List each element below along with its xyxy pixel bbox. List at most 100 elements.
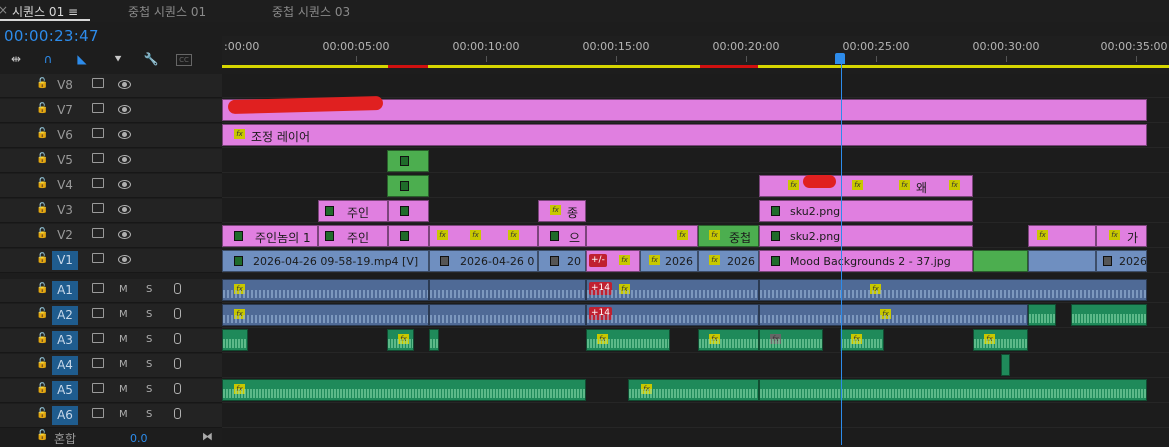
track-name[interactable]: V1 — [52, 251, 78, 270]
track-name[interactable]: A5 — [52, 381, 78, 400]
clip-a1-b[interactable] — [429, 279, 586, 301]
eye-icon[interactable] — [118, 205, 131, 214]
clip-a5-a[interactable]: fx — [222, 379, 586, 401]
clip-v1-d[interactable]: +/- fx — [586, 250, 640, 272]
lock-icon[interactable]: 🔓 — [36, 253, 48, 264]
clip-v2-g[interactable]: fx — [1028, 225, 1096, 247]
eye-icon[interactable] — [118, 80, 131, 89]
eye-icon[interactable] — [118, 155, 131, 164]
solo-button[interactable]: S — [146, 309, 152, 320]
lane-a2[interactable]: fx +14 fx — [222, 304, 1169, 328]
clip-a3-e[interactable]: fx — [698, 329, 759, 351]
clip-v2-b[interactable]: 주인 — [318, 225, 388, 247]
track-name[interactable]: V8 — [52, 76, 78, 95]
lane-a3[interactable]: fx fx fx fx fx fx — [222, 329, 1169, 353]
clip-a3-a[interactable] — [222, 329, 248, 351]
eye-icon[interactable] — [118, 180, 131, 189]
sync-lock-icon[interactable] — [92, 308, 104, 318]
track-name[interactable]: A3 — [52, 331, 78, 350]
timeline-tracks[interactable]: fx 조정 레이어 fx fx fx 왜 fx 주인 fx 종 sku2.png — [222, 74, 1169, 445]
microphone-icon[interactable] — [174, 308, 181, 319]
track-name[interactable]: A1 — [52, 281, 78, 300]
clip-a3-f[interactable]: fx — [759, 329, 823, 351]
mix-volume-value[interactable]: 0.0 — [130, 432, 148, 445]
lock-icon[interactable]: 🔓 — [36, 358, 48, 369]
clip-a2-c[interactable]: +14 — [586, 304, 759, 326]
clip-a3-c[interactable] — [429, 329, 439, 351]
clip-v2-f[interactable]: fx — [586, 225, 698, 247]
track-name[interactable]: A4 — [52, 356, 78, 375]
playhead-handle[interactable] — [835, 53, 845, 64]
solo-button[interactable]: S — [146, 359, 152, 370]
sync-lock-icon[interactable] — [92, 153, 104, 163]
lock-icon[interactable]: 🔓 — [36, 128, 48, 139]
microphone-icon[interactable] — [174, 358, 181, 369]
track-name[interactable]: V7 — [52, 101, 78, 120]
track-name[interactable]: V2 — [52, 226, 78, 245]
eye-icon[interactable] — [118, 255, 131, 264]
track-name[interactable]: A2 — [52, 306, 78, 325]
lane-v2[interactable]: 주인놈의 1 주인 fx fx fx 으 fx fx 중첩 sku2.png f… — [222, 224, 1169, 248]
clip-v4-green[interactable] — [387, 175, 429, 197]
time-ruler[interactable]: :00:00 00:00:05:00 00:00:10:00 00:00:15:… — [222, 36, 1169, 68]
sync-lock-icon[interactable] — [92, 283, 104, 293]
clip-v1-g[interactable] — [1028, 250, 1096, 272]
clip-a1-c[interactable]: +14 fx — [586, 279, 759, 301]
clip-v1-f[interactable]: fx 2026 — [698, 250, 759, 272]
lock-icon[interactable]: 🔓 — [36, 228, 48, 239]
mute-button[interactable]: M — [119, 334, 128, 345]
clip-a2-b[interactable] — [429, 304, 586, 326]
track-name[interactable]: A6 — [52, 406, 78, 425]
sync-lock-icon[interactable] — [92, 408, 104, 418]
clip-v3-b[interactable] — [388, 200, 429, 222]
close-icon[interactable]: × — [0, 3, 8, 17]
microphone-icon[interactable] — [174, 283, 181, 294]
clip-v1-c[interactable]: 20 — [538, 250, 586, 272]
lock-icon[interactable]: 🔓 — [36, 430, 48, 441]
lock-icon[interactable]: 🔓 — [36, 383, 48, 394]
tab-nested-sequence-03[interactable]: 중첩 시퀀스 03 — [272, 3, 350, 20]
clip-v1-e[interactable]: fx 2026 — [640, 250, 698, 272]
lock-icon[interactable]: 🔓 — [36, 78, 48, 89]
sync-lock-icon[interactable] — [92, 383, 104, 393]
clip-v1-b[interactable]: 2026-04-26 0 — [429, 250, 538, 272]
clip-v2-a[interactable]: 주인놈의 1 — [222, 225, 318, 247]
clip-v2-e[interactable]: 으 — [538, 225, 586, 247]
tab-sequence-01[interactable]: 시퀀스 01 ≡ — [12, 3, 78, 20]
clip-a2-a[interactable]: fx — [222, 304, 429, 326]
clip-a4-a[interactable] — [1001, 354, 1010, 376]
clip-a2-f[interactable] — [1071, 304, 1147, 326]
clip-v3-sku[interactable]: sku2.png — [759, 200, 973, 222]
lock-icon[interactable]: 🔓 — [36, 408, 48, 419]
microphone-icon[interactable] — [174, 333, 181, 344]
clip-v2-sku[interactable]: sku2.png — [759, 225, 973, 247]
clip-a3-b[interactable]: fx — [387, 329, 414, 351]
sync-lock-icon[interactable] — [92, 203, 104, 213]
snap-magnet-icon[interactable]: ∩ — [40, 52, 56, 66]
track-name[interactable]: V4 — [52, 176, 78, 195]
clip-v2-nested[interactable]: fx 중첩 — [698, 225, 759, 247]
clip-v1-green[interactable] — [973, 250, 1028, 272]
tab-nested-sequence-01[interactable]: 중첩 시퀀스 01 — [128, 3, 206, 20]
solo-button[interactable]: S — [146, 384, 152, 395]
lane-v4[interactable]: fx fx fx 왜 fx — [222, 174, 1169, 198]
solo-button[interactable]: S — [146, 334, 152, 345]
playhead-line[interactable] — [841, 62, 842, 445]
microphone-icon[interactable] — [174, 383, 181, 394]
clip-a3-h[interactable]: fx — [973, 329, 1028, 351]
clip-a2-d[interactable]: fx — [759, 304, 1028, 326]
lock-icon[interactable]: 🔓 — [36, 283, 48, 294]
lock-icon[interactable]: 🔓 — [36, 153, 48, 164]
wrench-icon[interactable]: 🔧 — [143, 52, 159, 66]
lock-icon[interactable]: 🔓 — [36, 308, 48, 319]
sync-lock-icon[interactable] — [92, 228, 104, 238]
eye-icon[interactable] — [118, 105, 131, 114]
lock-icon[interactable]: 🔓 — [36, 178, 48, 189]
mute-button[interactable]: M — [119, 309, 128, 320]
playhead-timecode[interactable]: 00:00:23:47 — [4, 27, 99, 45]
clip-v3-a[interactable]: 주인 — [318, 200, 388, 222]
sync-lock-icon[interactable] — [92, 128, 104, 138]
lane-a5[interactable]: fx fx — [222, 379, 1169, 403]
ripple-insert-icon[interactable]: ⇹ — [8, 52, 24, 66]
lock-icon[interactable]: 🔓 — [36, 103, 48, 114]
